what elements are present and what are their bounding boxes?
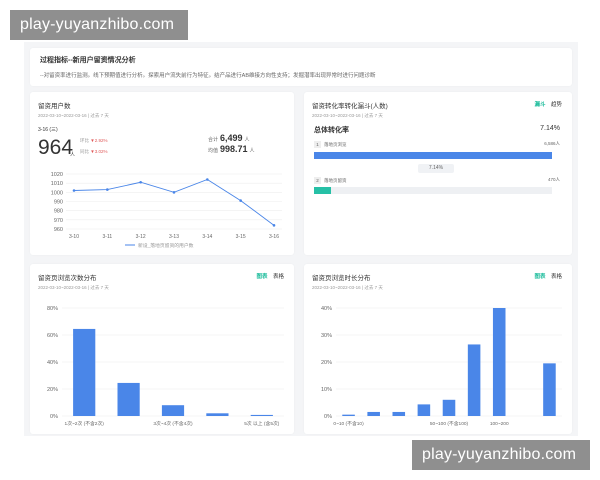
- bar-y-tick-label: 0%: [50, 414, 58, 420]
- bar-mark: [342, 414, 355, 416]
- analysis-description: --对留资率进行监测。线下预期值进行分析。探索用户流失前行为特征。结产品进行AB…: [40, 73, 376, 79]
- step-2-index: 2: [314, 177, 321, 184]
- bar-mark: [161, 405, 185, 416]
- step-2-count: 470人: [547, 177, 560, 182]
- bar-y-tick-label: 0%: [324, 414, 332, 420]
- bar-x-tick-label: 0~10 (不含10): [333, 420, 364, 427]
- duration-card: 留资页浏览时长分布 2022-03-10~2022-03-16 | 过去 7 天…: [304, 264, 572, 434]
- bar-x-tick-label: 3次~4次 (不含4次): [153, 420, 193, 427]
- bar-mark: [250, 414, 273, 416]
- line-y-tick-label: 970: [54, 218, 63, 224]
- line-data-point: [206, 178, 209, 181]
- step-1-count: 6,586人: [544, 141, 560, 146]
- line-data-point: [72, 189, 76, 192]
- watermark-bottom: play-yuyanzhibo.com: [412, 440, 590, 470]
- conversion-card-title: 留资转化率转化漏斗(人数): [312, 103, 388, 110]
- bar-x-tick-label: 100~200: [490, 421, 509, 427]
- line-x-tick-label: 3-11: [103, 234, 113, 240]
- step-2-bar-fill: [314, 187, 331, 194]
- analysis-header-card: 过程指标--新用户留资情况分析 --对留资率进行监测。线下预期值进行分析。探索用…: [30, 48, 572, 86]
- bar-mark: [417, 404, 431, 416]
- step-1-bar-fill: [314, 152, 552, 159]
- line-data-point: [106, 188, 109, 191]
- screenshot-stage: 过程指标--新用户留资情况分析 --对留资率进行监测。线下预期值进行分析。探索用…: [0, 0, 600, 480]
- line-y-tick-label: 990: [54, 200, 63, 206]
- step-2-bar-track: [314, 187, 552, 194]
- step-conversion-rate: 7.14%: [418, 164, 454, 173]
- bar-mark: [73, 328, 96, 416]
- line-y-tick-label: 1010: [51, 181, 63, 187]
- line-y-tick-label: 1000: [51, 190, 63, 196]
- bar-y-tick-label: 80%: [47, 306, 58, 312]
- line-y-tick-label: 960: [54, 227, 63, 233]
- analysis-title: 过程指标--新用户留资情况分析: [40, 57, 136, 64]
- bar-mark: [467, 344, 481, 416]
- line-x-tick-label: 3-14: [202, 234, 212, 240]
- bar-mark: [492, 308, 506, 416]
- line-data-point: [239, 199, 242, 202]
- visits-bar-chart: 0% 20% 40% 60% 80% 1次~2次 (不含2次) 3次~4次 (不含4次) 5次…: [47, 306, 284, 427]
- bar-y-tick-label: 20%: [47, 387, 58, 393]
- conversion-card-date: 2022-03-10~2022-03-16 | 过去 7 天: [312, 113, 383, 118]
- line-data-point: [172, 191, 176, 194]
- bar-mark: [117, 382, 140, 416]
- bar-y-tick-label: 40%: [47, 360, 58, 366]
- bar-x-tick-label: 5次 以上 (含5次): [244, 420, 280, 427]
- visits-card: 留资页浏览次数分布 2022-03-10~2022-03-16 | 过去 7 天…: [30, 264, 294, 434]
- overall-rate-label: 总体转化率: [314, 127, 349, 134]
- step-1-name: 落地页浏览: [324, 142, 347, 147]
- line-series-path: [73, 178, 275, 226]
- step-2-name: 落地页留资: [324, 178, 347, 183]
- bar-x-tick-label: 50~100 (不含100): [430, 420, 469, 427]
- bar-mark: [206, 413, 229, 416]
- duration-bar-chart: 0% 10% 20% 30% 40% 0~10 (不含10) 50~100 (不含100) 1…: [321, 306, 562, 427]
- bar-y-tick-label: 20%: [321, 360, 332, 366]
- funnel-tab[interactable]: 漏斗: [534, 102, 545, 108]
- line-x-tick-label: 3-12: [136, 234, 146, 240]
- bar-mark: [367, 411, 380, 416]
- line-data-point: [139, 180, 142, 184]
- line-x-tick-label: 3-15: [236, 234, 246, 240]
- conversion-view-toggle: 漏斗 趋势: [534, 100, 562, 108]
- bar-x-tick-label: 1次~2次 (不含2次): [65, 420, 105, 427]
- line-data-point: [272, 224, 276, 227]
- users-line-chart: 960 970 980 990 1000 1010 1020 3-10 3-11 3-12 3-13…: [51, 172, 282, 249]
- funnel-step-1: 1 落地页浏览 6,586人: [314, 141, 560, 148]
- line-x-tick-label: 3-13: [169, 234, 179, 240]
- conversion-card: 留资转化率转化漏斗(人数) 2022-03-10~2022-03-16 | 过去…: [304, 92, 572, 255]
- line-x-tick-label: 3-10: [69, 234, 79, 240]
- overall-rate-value: 7.14%: [540, 125, 560, 132]
- line-y-tick-label: 980: [54, 209, 63, 215]
- bar-y-tick-label: 10%: [321, 387, 332, 393]
- step-1-bar-track: [314, 152, 552, 159]
- funnel-step-2: 2 落地页留资 470人: [314, 177, 560, 184]
- bar-mark: [543, 363, 556, 416]
- bar-y-tick-label: 60%: [47, 333, 58, 339]
- watermark-top: play-yuyanzhibo.com: [10, 10, 188, 40]
- line-legend-label: 新设_落地页留资的用户数: [138, 242, 194, 249]
- users-card: 留资用户数 2022-03-10~2022-03-16 | 过去 7 天 3-1…: [30, 92, 294, 255]
- bar-mark: [442, 399, 456, 416]
- bar-y-tick-label: 40%: [321, 306, 332, 312]
- bar-y-tick-label: 30%: [321, 333, 332, 339]
- bar-mark: [392, 411, 406, 416]
- trend-tab[interactable]: 趋势: [551, 102, 562, 108]
- line-y-tick-label: 1020: [51, 172, 63, 178]
- line-x-tick-label: 3-16: [269, 234, 279, 240]
- step-1-index: 1: [314, 141, 321, 148]
